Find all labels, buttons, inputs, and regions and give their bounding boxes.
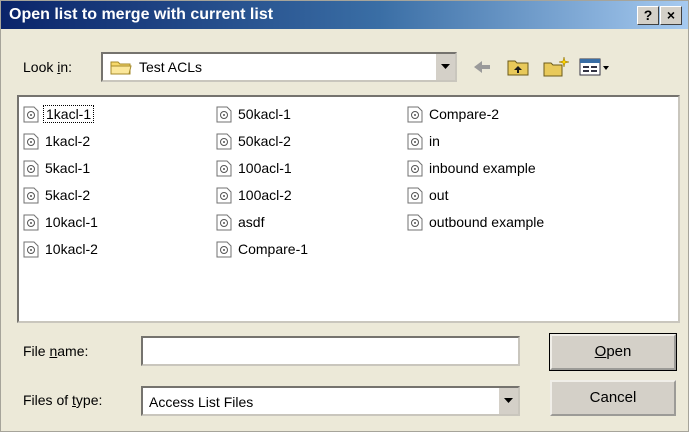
acl-file-icon xyxy=(407,187,423,204)
acl-file-icon xyxy=(23,214,39,231)
acl-file-icon xyxy=(216,187,232,204)
acl-file-icon xyxy=(23,241,39,258)
file-list[interactable]: 1kacl-1 1kacl-2 5kacl-1 5kacl-2 10kacl-1… xyxy=(17,95,680,323)
chevron-down-icon xyxy=(441,64,450,69)
look-in-dropdown-button[interactable] xyxy=(435,54,455,80)
open-button[interactable]: Open xyxy=(549,333,677,371)
acl-file-icon xyxy=(407,106,423,123)
acl-file-icon xyxy=(216,241,232,258)
acl-file-icon xyxy=(216,106,232,123)
files-of-type-select[interactable]: Access List Files xyxy=(141,386,520,416)
chevron-down-icon xyxy=(504,398,513,403)
folder-icon xyxy=(110,61,132,75)
look-in-combobox[interactable]: Test ACLs xyxy=(101,52,457,82)
acl-file-icon xyxy=(407,133,423,150)
up-one-level-icon[interactable] xyxy=(506,55,530,79)
title-bar: Open list to merge with current list ? × xyxy=(1,1,688,29)
acl-file-icon xyxy=(407,160,423,177)
open-dialog: Open list to merge with current list ? ×… xyxy=(0,0,689,432)
close-button[interactable]: × xyxy=(660,6,682,25)
acl-file-icon xyxy=(23,160,39,177)
look-in-value: Test ACLs xyxy=(139,59,203,75)
files-of-type-dropdown-button[interactable] xyxy=(498,388,518,414)
acl-file-icon xyxy=(23,133,39,150)
acl-file-icon xyxy=(216,160,232,177)
acl-file-icon xyxy=(216,214,232,231)
acl-file-icon xyxy=(23,106,39,123)
files-of-type-value: Access List Files xyxy=(149,394,254,410)
look-in-label: Look in: xyxy=(23,59,73,75)
files-of-type-label: Files of type: xyxy=(23,392,103,408)
acl-file-icon xyxy=(407,214,423,231)
file-name-input[interactable] xyxy=(141,336,520,366)
help-button[interactable]: ? xyxy=(637,6,659,25)
back-icon[interactable] xyxy=(471,55,493,79)
cancel-button[interactable]: Cancel xyxy=(550,380,676,416)
view-menu-icon[interactable] xyxy=(578,55,610,79)
file-name-label: File name: xyxy=(23,343,89,359)
acl-file-icon xyxy=(23,187,39,204)
acl-file-icon xyxy=(216,133,232,150)
new-folder-icon[interactable] xyxy=(542,55,570,79)
window-title: Open list to merge with current list xyxy=(9,6,274,23)
